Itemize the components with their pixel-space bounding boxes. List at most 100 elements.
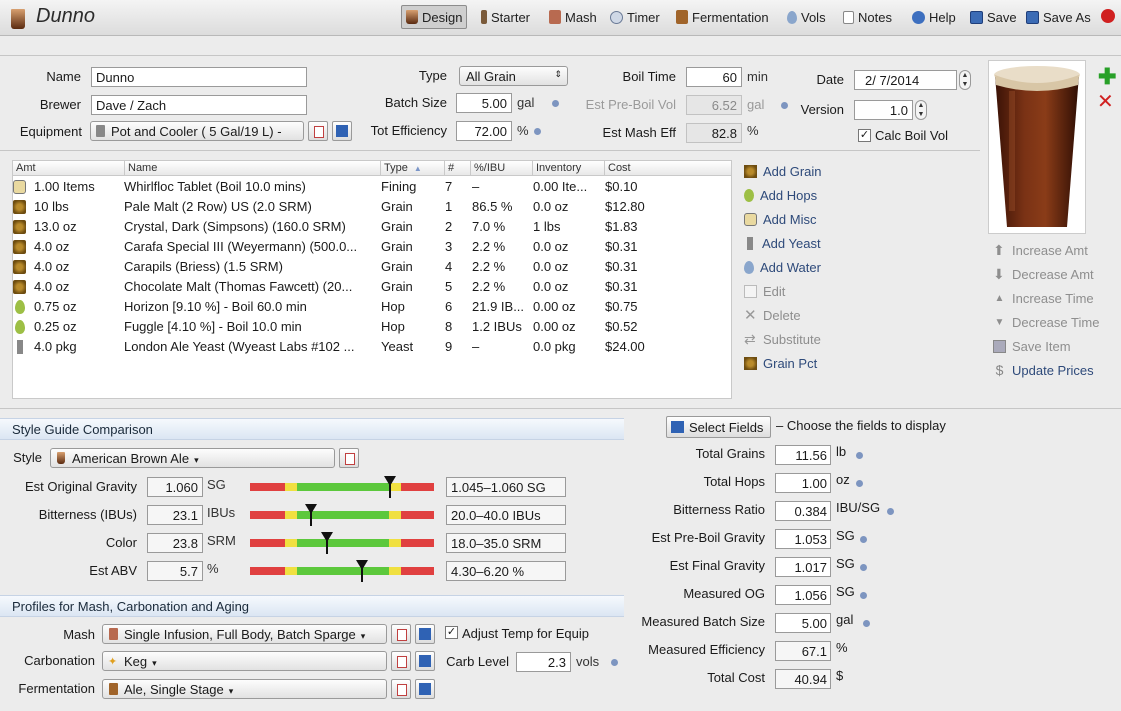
add-water-button[interactable]: Add Water: [744, 257, 821, 277]
adjust-temp-checkbox[interactable]: ✓: [445, 626, 458, 639]
table-row[interactable]: 0.75 oz Horizon [9.10 %] - Boil 60.0 min H…: [13, 297, 731, 317]
tab-mash[interactable]: Mash: [545, 7, 601, 27]
name-input[interactable]: Dunno: [91, 67, 307, 87]
help-button[interactable]: Help: [908, 7, 960, 27]
edit-button[interactable]: Edit: [744, 281, 785, 301]
table-row[interactable]: 0.25 oz Fuggle [4.10 %] - Boil 10.0 min Ho…: [13, 317, 731, 337]
brewer-input[interactable]: Dave / Zach: [91, 95, 307, 115]
table-row[interactable]: 4.0 oz Carapils (Briess) (1.5 SRM) Grain 4 2…: [13, 257, 731, 277]
edit-style-button[interactable]: [339, 448, 359, 468]
table-row[interactable]: 4.0 oz Carafa Special III (Weyermann) (50…: [13, 237, 731, 257]
save-carbonation-button[interactable]: [415, 651, 435, 671]
yeast-icon: [17, 340, 23, 354]
tot-eff-input[interactable]: 72.00: [456, 121, 512, 141]
version-label: Version: [800, 102, 844, 117]
col-amt[interactable]: Amt: [13, 161, 125, 176]
info-dot: [781, 102, 788, 109]
edit-mash-button[interactable]: [391, 624, 411, 644]
delete-button[interactable]: ✕ Delete: [744, 305, 801, 325]
table-row[interactable]: 13.0 oz Crystal, Dark (Simpsons) (160.0 S…: [13, 217, 731, 237]
add-yeast-button[interactable]: Add Yeast: [744, 233, 821, 253]
select-fields-icon: [671, 421, 684, 433]
add-misc-button[interactable]: Add Misc: [744, 209, 816, 229]
decrease-time-button[interactable]: ▼ Decrease Time: [993, 312, 1100, 332]
clock-icon: [610, 10, 623, 24]
update-prices-button[interactable]: $ Update Prices: [993, 360, 1094, 380]
tab-starter[interactable]: Starter: [477, 7, 534, 27]
measured-og-input[interactable]: 1.056: [775, 585, 831, 605]
triangle-down-icon: ▼: [994, 316, 1005, 328]
save-item-button[interactable]: Save Item: [993, 336, 1071, 356]
version-stepper[interactable]: ▲ ▼: [915, 100, 927, 120]
save-equipment-button[interactable]: [332, 121, 352, 141]
equipment-select[interactable]: Pot and Cooler ( 5 Gal/19 L) -: [90, 121, 304, 141]
tab-notes[interactable]: Notes: [839, 7, 896, 27]
remove-recipe-icon[interactable]: ✕: [1097, 89, 1114, 114]
col-pct-ibu[interactable]: %/IBU: [471, 161, 533, 176]
water-drop-icon: [744, 260, 754, 274]
save-fermentation-button[interactable]: [415, 679, 435, 699]
add-recipe-icon[interactable]: ✚: [1098, 64, 1116, 90]
tab-design[interactable]: Design: [401, 5, 468, 29]
tab-fermentation[interactable]: Fermentation: [672, 7, 773, 27]
decrease-amt-button[interactable]: ⬇ Decrease Amt: [993, 264, 1094, 284]
save-as-button[interactable]: Save As: [1022, 7, 1095, 27]
grain-icon: [13, 260, 26, 274]
calc-boil-checkbox[interactable]: ✓: [858, 129, 871, 142]
table-row[interactable]: 10 lbs Pale Malt (2 Row) US (2.0 SRM) Grai…: [13, 197, 731, 217]
carb-level-input[interactable]: 2.3: [516, 652, 571, 672]
type-select[interactable]: All Grain ⇕: [459, 66, 568, 86]
select-fields-button[interactable]: Select Fields: [666, 416, 771, 438]
version-input[interactable]: 1.0: [854, 100, 913, 120]
divider: [0, 55, 1121, 56]
calc-boil-label: Calc Boil Vol: [875, 128, 948, 143]
mash-eff-value: 82.8: [686, 123, 742, 143]
edit-fermentation-button[interactable]: [391, 679, 411, 699]
ibu-unit: IBUs: [207, 505, 236, 520]
measured-batch-input[interactable]: 5.00: [775, 613, 831, 633]
pre-boil-gravity-label: Est Pre-Boil Gravity: [651, 530, 765, 545]
info-dot: [860, 564, 867, 571]
save-as-icon: [1026, 10, 1039, 24]
col-name[interactable]: Name: [125, 161, 381, 176]
ingredient-table[interactable]: Amt Name Type ▲ # %/IBU Inventory Cost 1.…: [12, 160, 732, 399]
add-grain-button[interactable]: Add Grain: [744, 161, 822, 181]
col-number[interactable]: #: [445, 161, 471, 176]
increase-time-button[interactable]: ▲ Increase Time: [993, 288, 1094, 308]
pre-boil-gravity-unit: SG: [836, 528, 855, 543]
style-select[interactable]: American Brown Ale ▾: [50, 448, 335, 468]
mash-profile-select[interactable]: Single Infusion, Full Body, Batch Sparge…: [102, 624, 387, 644]
save-mash-button[interactable]: [415, 624, 435, 644]
mash-eff-unit: %: [747, 123, 759, 138]
mash-label: Mash: [63, 627, 95, 642]
grain-pct-button[interactable]: Grain Pct: [744, 353, 817, 373]
hops-icon: [15, 320, 25, 334]
edit-carbonation-button[interactable]: [391, 651, 411, 671]
delete-icon: ✕: [744, 307, 757, 324]
tab-vols[interactable]: Vols: [783, 7, 830, 27]
carbonation-select[interactable]: ✦ Keg ▾: [102, 651, 387, 671]
add-hops-button[interactable]: Add Hops: [744, 185, 817, 205]
date-input[interactable]: 2/ 7/2014: [854, 70, 957, 90]
table-row[interactable]: 4.0 pkg London Ale Yeast (Wyeast Labs #10…: [13, 337, 731, 357]
substitute-button[interactable]: ⇄ Substitute: [744, 329, 821, 349]
save-button[interactable]: Save: [966, 7, 1021, 27]
batch-size-input[interactable]: 5.00: [456, 93, 512, 113]
date-label: Date: [816, 72, 844, 87]
table-row[interactable]: 4.0 oz Chocolate Malt (Thomas Fawcett) (2…: [13, 277, 731, 297]
misc-icon: [744, 212, 757, 226]
table-row[interactable]: 1.00 Items Whirlfloc Tablet (Boil 10.0 mi…: [13, 177, 731, 197]
dollar-icon: $: [995, 362, 1004, 378]
style-label: Style: [13, 450, 42, 465]
edit-equipment-button[interactable]: [308, 121, 328, 141]
tab-timer[interactable]: Timer: [606, 7, 664, 27]
col-cost[interactable]: Cost: [605, 161, 731, 176]
col-type[interactable]: Type ▲: [381, 161, 445, 176]
quit-icon[interactable]: [1101, 9, 1115, 23]
date-stepper[interactable]: ▲ ▼: [959, 70, 971, 90]
tot-eff-unit: %: [517, 123, 529, 138]
boil-time-input[interactable]: 60: [686, 67, 742, 87]
increase-amt-button[interactable]: ⬆ Increase Amt: [993, 240, 1088, 260]
col-inventory[interactable]: Inventory: [533, 161, 605, 176]
fermentation-select[interactable]: Ale, Single Stage ▾: [102, 679, 387, 699]
